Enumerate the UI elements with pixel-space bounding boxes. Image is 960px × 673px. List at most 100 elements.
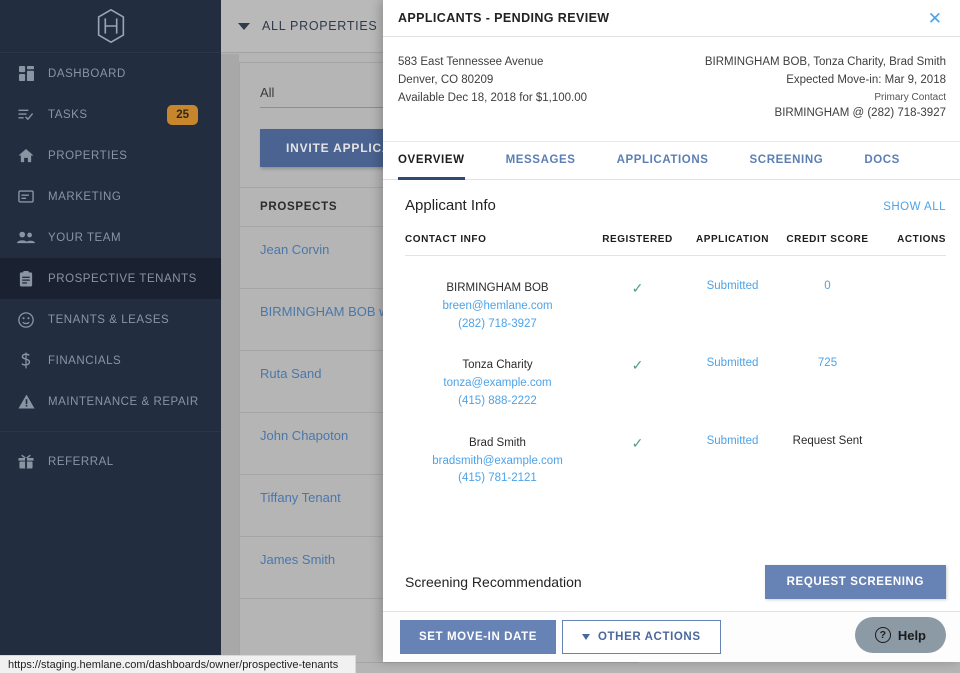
hexagon-h-logo-icon — [97, 8, 124, 44]
applicants-modal: APPLICANTS - PENDING REVIEW ✕ 583 East T… — [383, 0, 960, 662]
sidebar-item-label: DASHBOARD — [48, 67, 126, 80]
registered-cell: ✓ — [590, 333, 685, 410]
applicant-phone[interactable]: (415) 781-2121 — [405, 470, 590, 488]
application-cell: Submitted — [685, 333, 780, 410]
help-label: Help — [897, 627, 926, 643]
actions-cell — [875, 255, 946, 333]
applicants-table-body: BIRMINGHAM BOB breen@hemlane.com (282) 718… — [405, 255, 946, 488]
sidebar-divider — [0, 431, 221, 432]
megaphone-icon — [13, 190, 39, 203]
tab-screening[interactable]: SCREENING — [750, 142, 824, 180]
show-all-link[interactable]: SHOW ALL — [883, 201, 946, 213]
clipboard-icon — [13, 270, 39, 287]
modal-summary: 583 East Tennessee Avenue Denver, CO 802… — [383, 37, 960, 142]
sidebar-item-label: MARKETING — [48, 190, 122, 203]
caret-down-icon — [582, 634, 591, 640]
property-address-line2: Denver, CO 80209 — [398, 73, 494, 86]
credit-score-value[interactable]: 0 — [824, 280, 830, 292]
close-icon[interactable]: ✕ — [924, 8, 946, 29]
sidebar-item-maintenance-repair[interactable]: MAINTENANCE & REPAIR — [0, 381, 221, 422]
sidebar-item-label: PROSPECTIVE TENANTS — [48, 272, 197, 285]
screening-recommendation-label: Screening Recommendation — [405, 574, 582, 590]
credit-score-cell: Request Sent — [780, 411, 875, 488]
sidebar-item-prospective-tenants[interactable]: PROSPECTIVE TENANTS — [0, 258, 221, 299]
status-filter-value: All — [260, 85, 275, 100]
application-status-link[interactable]: Submitted — [707, 357, 759, 369]
modal-tabs: OVERVIEW MESSAGES APPLICATIONS SCREENING DOC… — [383, 142, 960, 180]
expected-movein: Expected Move-in: Mar 9, 2018 — [786, 73, 946, 86]
gift-icon — [13, 454, 39, 469]
column-header-actions: ACTIONS — [875, 233, 946, 256]
sidebar-item-tenants-leases[interactable]: TENANTS & LEASES — [0, 299, 221, 340]
request-screening-button[interactable]: REQUEST SCREENING — [764, 565, 946, 599]
applicant-name: BIRMINGHAM BOB — [446, 281, 549, 294]
status-filter-select[interactable]: All — [260, 85, 395, 108]
sidebar-item-marketing[interactable]: MARKETING — [0, 176, 221, 217]
modal-title: APPLICANTS - PENDING REVIEW — [398, 11, 610, 25]
primary-contact-value: BIRMINGHAM @ (282) 718-3927 — [774, 107, 946, 120]
browser-status-bar: https://staging.hemlane.com/dashboards/o… — [0, 655, 356, 673]
actions-cell — [875, 333, 946, 410]
applicant-email[interactable]: bradsmith@example.com — [405, 453, 590, 471]
applicant-email[interactable]: breen@hemlane.com — [405, 298, 590, 316]
table-row: Tonza Charity tonza@example.com (415) 888-… — [405, 333, 946, 410]
registered-cell: ✓ — [590, 411, 685, 488]
help-button[interactable]: ? Help — [854, 617, 946, 653]
dashboard-icon — [13, 66, 39, 81]
table-row: BIRMINGHAM BOB breen@hemlane.com (282) 718… — [405, 255, 946, 333]
credit-score-value[interactable]: 725 — [818, 357, 837, 369]
sidebar-item-financials[interactable]: FINANCIALS — [0, 340, 221, 381]
app-root: DASHBOARD TASKS 25 PROPERTIES MARKETING … — [0, 0, 960, 673]
set-move-in-date-button[interactable]: SET MOVE-IN DATE — [400, 620, 557, 654]
screening-recommendation-row: Screening Recommendation REQUEST SCREENI… — [405, 565, 946, 599]
application-status-link[interactable]: Submitted — [707, 435, 759, 447]
applicant-name: Tonza Charity — [462, 359, 533, 372]
sidebar-item-properties[interactable]: PROPERTIES — [0, 135, 221, 176]
sidebar-item-your-team[interactable]: YOUR TEAM — [0, 217, 221, 258]
tab-overview[interactable]: OVERVIEW — [398, 142, 465, 180]
applicants-table: CONTACT INFO REGISTERED APPLICATION CRED… — [405, 233, 946, 488]
sidebar-item-dashboard[interactable]: DASHBOARD — [0, 53, 221, 94]
column-header-registered: REGISTERED — [590, 233, 685, 256]
other-actions-button[interactable]: OTHER ACTIONS — [562, 620, 721, 654]
sidebar-nav: DASHBOARD TASKS 25 PROPERTIES MARKETING … — [0, 53, 221, 482]
column-header-contact-info: CONTACT INFO — [405, 233, 590, 256]
status-url: https://staging.hemlane.com/dashboards/o… — [8, 658, 339, 671]
column-header-credit-score: CREDIT SCORE — [780, 233, 875, 256]
tab-applications[interactable]: APPLICATIONS — [617, 142, 709, 180]
applicant-email[interactable]: tonza@example.com — [405, 375, 590, 393]
applicant-names: BIRMINGHAM BOB, Tonza Charity, Brad Smit… — [704, 56, 946, 68]
warning-icon — [13, 394, 39, 409]
application-status-link[interactable]: Submitted — [707, 280, 759, 292]
applicant-contact-cell: Brad Smith bradsmith@example.com (415) 781… — [405, 411, 590, 488]
sidebar-item-label: TASKS — [48, 108, 88, 121]
table-row: Brad Smith bradsmith@example.com (415) 781… — [405, 411, 946, 488]
tab-messages[interactable]: MESSAGES — [506, 142, 576, 180]
actions-cell — [875, 411, 946, 488]
property-address-line1: 583 East Tennessee Avenue — [398, 56, 544, 68]
tab-docs[interactable]: DOCS — [864, 142, 900, 180]
check-icon: ✓ — [631, 279, 644, 296]
sidebar: DASHBOARD TASKS 25 PROPERTIES MARKETING … — [0, 0, 221, 673]
people-icon — [13, 231, 39, 244]
applicant-summary: BIRMINGHAM BOB, Tonza Charity, Brad Smit… — [705, 54, 946, 123]
applicant-phone[interactable]: (415) 888-2222 — [405, 393, 590, 411]
app-logo[interactable] — [0, 0, 221, 53]
application-cell: Submitted — [685, 411, 780, 488]
tasks-badge: 25 — [167, 104, 198, 125]
table-header-row: CONTACT INFO REGISTERED APPLICATION CRED… — [405, 233, 946, 256]
applicants-table-head: CONTACT INFO REGISTERED APPLICATION CRED… — [405, 233, 946, 256]
sidebar-item-label: FINANCIALS — [48, 354, 122, 367]
sidebar-item-label: YOUR TEAM — [48, 231, 122, 244]
dollar-icon — [13, 352, 39, 369]
applicant-name: Brad Smith — [469, 436, 526, 449]
sidebar-item-tasks[interactable]: TASKS 25 — [0, 94, 221, 135]
applicant-contact-cell: BIRMINGHAM BOB breen@hemlane.com (282) 718… — [405, 255, 590, 333]
home-icon — [13, 148, 39, 163]
applicant-phone[interactable]: (282) 718-3927 — [405, 316, 590, 334]
question-circle-icon: ? — [874, 627, 891, 643]
modal-body: Applicant Info SHOW ALL CONTACT INFO REG… — [383, 180, 960, 611]
sidebar-item-referral[interactable]: REFERRAL — [0, 441, 221, 482]
property-availability: Available Dec 18, 2018 for $1,100.00 — [398, 91, 588, 104]
application-cell: Submitted — [685, 255, 780, 333]
